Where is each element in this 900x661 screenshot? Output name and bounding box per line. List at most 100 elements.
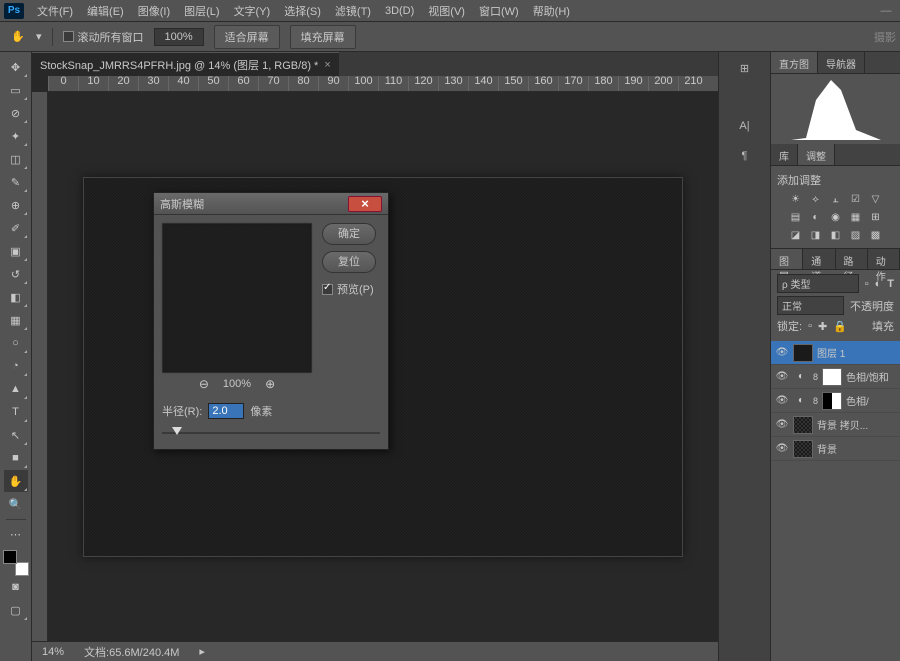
adj-curves-icon[interactable]: ⫠ bbox=[828, 192, 844, 206]
zoom-out-icon[interactable]: ⊖ bbox=[199, 377, 209, 391]
layer-mask-thumb[interactable] bbox=[822, 368, 842, 386]
lasso-tool[interactable]: ⊘ bbox=[4, 102, 28, 124]
adj-vibrance-icon[interactable]: ▽ bbox=[868, 192, 884, 206]
sideicon-1[interactable]: ⊞ bbox=[735, 58, 755, 78]
layer-thumb[interactable] bbox=[793, 416, 813, 434]
adj-brightness-icon[interactable]: ☀ bbox=[788, 192, 804, 206]
blur-preview[interactable] bbox=[162, 223, 312, 373]
menu-type[interactable]: 文字(Y) bbox=[227, 3, 278, 19]
visibility-icon[interactable]: 👁 bbox=[775, 371, 789, 382]
zoom-input[interactable]: 100% bbox=[154, 28, 204, 46]
dialog-close-button[interactable] bbox=[348, 196, 382, 212]
adj-hue-icon[interactable]: ▤ bbox=[788, 210, 804, 224]
menu-select[interactable]: 选择(S) bbox=[277, 3, 328, 19]
radius-slider[interactable] bbox=[162, 425, 380, 441]
zoom-in-icon[interactable]: ⊕ bbox=[265, 377, 275, 391]
tab-close-icon[interactable]: × bbox=[324, 59, 330, 71]
fg-color-swatch[interactable] bbox=[3, 550, 17, 564]
filter-type-icon[interactable]: T bbox=[887, 278, 894, 290]
tab-adjustments[interactable]: 调整 bbox=[798, 144, 835, 165]
workspace-label[interactable]: 摄影 bbox=[874, 29, 900, 45]
gradient-tool[interactable]: ▦ bbox=[4, 309, 28, 331]
tab-layers[interactable]: 图层 bbox=[771, 249, 803, 269]
stamp-tool[interactable]: ▣ bbox=[4, 240, 28, 262]
layer-name[interactable]: 图层 1 bbox=[817, 345, 896, 360]
heal-tool[interactable]: ⊕ bbox=[4, 194, 28, 216]
adj-photo-icon[interactable]: ◉ bbox=[828, 210, 844, 224]
menu-layer[interactable]: 图层(L) bbox=[177, 3, 226, 19]
slider-thumb-icon[interactable] bbox=[172, 427, 182, 435]
visibility-icon[interactable]: 👁 bbox=[775, 347, 789, 358]
scroll-all-checkbox[interactable]: 滚动所有窗口 bbox=[63, 29, 144, 45]
minimize-icon[interactable]: — bbox=[872, 5, 900, 17]
menu-view[interactable]: 视图(V) bbox=[421, 3, 472, 19]
crop-tool[interactable]: ◫ bbox=[4, 148, 28, 170]
layer-name[interactable]: 背景 拷贝... bbox=[817, 417, 896, 432]
radius-input[interactable]: 2.0 bbox=[208, 403, 244, 419]
quickmask-icon[interactable]: ◙ bbox=[4, 576, 28, 598]
ok-button[interactable]: 确定 bbox=[322, 223, 376, 245]
checkbox-icon[interactable] bbox=[322, 284, 333, 295]
adj-invert-icon[interactable]: ◪ bbox=[788, 228, 804, 242]
color-swatches[interactable] bbox=[3, 550, 29, 576]
adj-mixer-icon[interactable]: ▦ bbox=[848, 210, 864, 224]
tab-navigator[interactable]: 导航器 bbox=[818, 52, 865, 73]
filter-adj-icon[interactable]: ◐ bbox=[875, 278, 882, 290]
adj-thresh-icon[interactable]: ◧ bbox=[828, 228, 844, 242]
layer-name[interactable]: 色相/ bbox=[846, 393, 896, 408]
lock-pos-icon[interactable]: ✚ bbox=[818, 320, 827, 333]
document-tab[interactable]: StockSnap_JMRRS4PFRH.jpg @ 14% (图层 1, RG… bbox=[32, 52, 339, 77]
edit-toolbar-icon[interactable]: ⋯ bbox=[4, 523, 28, 545]
bg-color-swatch[interactable] bbox=[15, 562, 29, 576]
layer-thumb[interactable] bbox=[793, 344, 813, 362]
adj-lookup-icon[interactable]: ⊞ bbox=[868, 210, 884, 224]
status-zoom[interactable]: 14% bbox=[42, 646, 64, 658]
path-tool[interactable]: ↖ bbox=[4, 424, 28, 446]
layer-filter-select[interactable]: ρ 类型 bbox=[777, 274, 859, 293]
paragraph-icon[interactable]: ¶ bbox=[735, 146, 755, 166]
fill-screen-button[interactable]: 填充屏幕 bbox=[290, 25, 356, 49]
adj-grad-icon[interactable]: ▨ bbox=[848, 228, 864, 242]
tab-libraries[interactable]: 库 bbox=[771, 144, 798, 165]
lock-pixels-icon[interactable]: ▫ bbox=[808, 320, 812, 332]
layer-name[interactable]: 背景 bbox=[817, 441, 896, 456]
brush-tool[interactable]: ✐ bbox=[4, 217, 28, 239]
status-arrow-icon[interactable]: ▸ bbox=[199, 645, 205, 658]
layer-mask-thumb[interactable] bbox=[822, 392, 842, 410]
menu-help[interactable]: 帮助(H) bbox=[526, 3, 577, 19]
blend-mode-select[interactable]: 正常 bbox=[777, 296, 844, 315]
screenmode-icon[interactable]: ▢ bbox=[4, 599, 28, 621]
visibility-icon[interactable]: 👁 bbox=[775, 443, 789, 454]
fit-screen-button[interactable]: 适合屏幕 bbox=[214, 25, 280, 49]
adj-levels-icon[interactable]: ⟡ bbox=[808, 192, 824, 206]
dialog-titlebar[interactable]: 高斯模糊 bbox=[154, 193, 388, 215]
adj-poster-icon[interactable]: ◨ bbox=[808, 228, 824, 242]
character-icon[interactable]: A| bbox=[735, 116, 755, 136]
wand-tool[interactable]: ✦ bbox=[4, 125, 28, 147]
tab-histogram[interactable]: 直方图 bbox=[771, 52, 818, 73]
menu-file[interactable]: 文件(F) bbox=[30, 3, 80, 19]
preview-checkbox[interactable]: 预览(P) bbox=[322, 281, 376, 297]
eyedropper-tool[interactable]: ✎ bbox=[4, 171, 28, 193]
hand-tool[interactable]: ✋ bbox=[4, 470, 28, 492]
adj-bw-icon[interactable]: ◐ bbox=[808, 210, 824, 224]
reset-button[interactable]: 复位 bbox=[322, 251, 376, 273]
checkbox-icon[interactable] bbox=[63, 31, 74, 42]
menu-image[interactable]: 图像(I) bbox=[131, 3, 177, 19]
layer-row[interactable]: 👁 ◐ 8 色相/饱和 bbox=[771, 365, 900, 389]
layer-row[interactable]: 👁 背景 拷贝... bbox=[771, 413, 900, 437]
adj-select-icon[interactable]: ▩ bbox=[868, 228, 884, 242]
blur-tool[interactable]: ○ bbox=[4, 332, 28, 354]
tab-channels[interactable]: 通道 bbox=[803, 249, 835, 269]
zoom-tool[interactable]: 🔍 bbox=[4, 493, 28, 515]
layer-row[interactable]: 👁 背景 bbox=[771, 437, 900, 461]
marquee-tool[interactable]: ▭ bbox=[4, 79, 28, 101]
filter-img-icon[interactable]: ▫ bbox=[865, 278, 869, 290]
menu-window[interactable]: 窗口(W) bbox=[472, 3, 526, 19]
tab-actions[interactable]: 动作 bbox=[868, 249, 900, 269]
menu-filter[interactable]: 滤镜(T) bbox=[328, 3, 378, 19]
type-tool[interactable]: T bbox=[4, 401, 28, 423]
dodge-tool[interactable]: ◔ bbox=[4, 355, 28, 377]
layer-thumb[interactable] bbox=[793, 440, 813, 458]
menu-edit[interactable]: 编辑(E) bbox=[80, 3, 131, 19]
